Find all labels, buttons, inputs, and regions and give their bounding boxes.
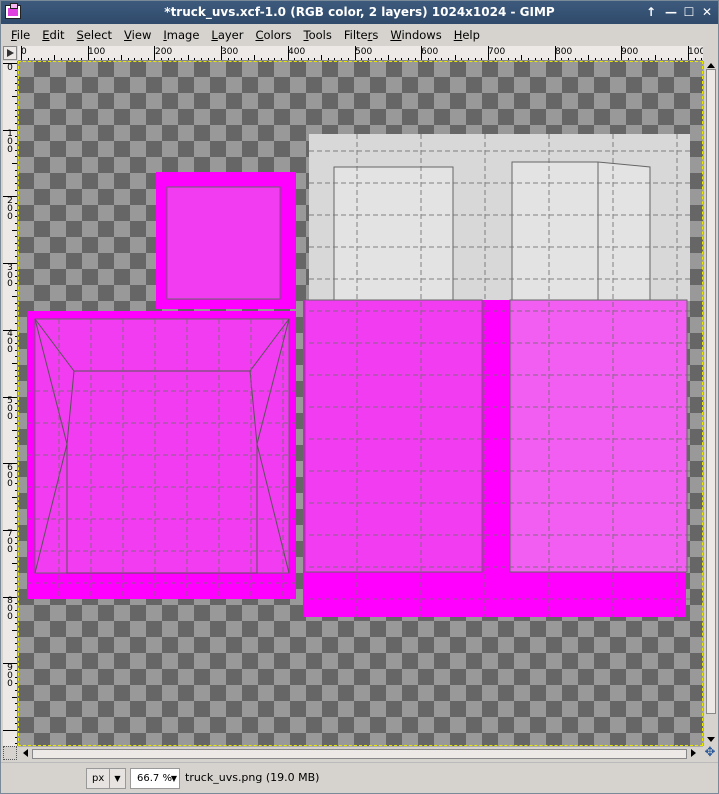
vruler-label-700: 700: [7, 529, 13, 555]
unit-value: px: [92, 773, 105, 784]
vruler-label-100: 100: [7, 129, 13, 155]
unit-selector[interactable]: px ▼: [86, 768, 126, 789]
vruler-label-200: 200: [7, 196, 13, 222]
vruler-label-500: 500: [7, 396, 13, 422]
image-canvas[interactable]: [18, 61, 703, 746]
chevron-down-icon: ▼: [109, 769, 125, 788]
horizontal-ruler[interactable]: 0 100 200 300 400 500 600 700 800 900 10…: [18, 46, 703, 61]
hruler-label-800: 800: [555, 47, 573, 57]
status-bar: px ▼ 66.7 % ▼ truck_uvs.png (19.0 MB): [1, 762, 718, 793]
menu-edit[interactable]: Edit: [36, 28, 70, 42]
minimize-button[interactable]: —: [663, 4, 679, 20]
status-message: truck_uvs.png (19.0 MB): [185, 771, 320, 784]
navigate-icon[interactable]: ✥: [703, 746, 717, 760]
vertical-ruler[interactable]: 0 100 200 300 400 500 600 700 800 900: [3, 61, 18, 746]
menu-view[interactable]: View: [118, 28, 157, 42]
horizontal-scroll-thumb[interactable]: [32, 749, 687, 759]
image-menu-arrow-icon[interactable]: [3, 46, 17, 60]
scroll-right-icon[interactable]: [691, 749, 696, 757]
hruler-label-100: 100: [88, 47, 106, 57]
scroll-left-icon[interactable]: [23, 749, 28, 757]
zoom-dropdown-chevron-icon[interactable]: ▼: [167, 768, 181, 789]
menu-select[interactable]: Select: [71, 28, 119, 42]
vruler-label-600: 600: [7, 463, 13, 489]
menu-file[interactable]: File: [5, 28, 36, 42]
vruler-label-0: 0: [7, 63, 13, 73]
hruler-label-1000: 100: [688, 47, 703, 57]
title-bar[interactable]: *truck_uvs.xcf-1.0 (RGB color, 2 layers)…: [1, 1, 718, 24]
scroll-down-icon[interactable]: [707, 737, 715, 742]
keep-above-button[interactable]: ↑: [643, 4, 659, 20]
scroll-up-icon[interactable]: [707, 63, 715, 68]
menu-filters[interactable]: Filters: [338, 28, 385, 42]
hruler-label-0: 0: [21, 47, 27, 57]
quick-mask-icon[interactable]: [3, 746, 17, 760]
vertical-scroll-thumb[interactable]: [706, 69, 716, 714]
layer-boundary: [18, 61, 703, 746]
hruler-label-500: 500: [355, 47, 373, 57]
close-button[interactable]: ✕: [699, 4, 715, 20]
vruler-label-300: 300: [7, 263, 13, 289]
menu-windows[interactable]: Windows: [384, 28, 447, 42]
hruler-label-700: 700: [488, 47, 506, 57]
window-title: *truck_uvs.xcf-1.0 (RGB color, 2 layers)…: [164, 5, 555, 19]
menu-tools[interactable]: Tools: [298, 28, 338, 42]
vruler-label-900: 900: [7, 663, 13, 689]
menu-image[interactable]: Image: [157, 28, 205, 42]
menu-help[interactable]: Help: [448, 28, 486, 42]
menu-bar: File Edit Select View Image Layer Colors…: [1, 24, 718, 45]
vertical-scrollbar[interactable]: [703, 61, 717, 746]
menu-layer[interactable]: Layer: [205, 28, 249, 42]
hruler-label-300: 300: [221, 47, 239, 57]
hruler-label-200: 200: [155, 47, 173, 57]
hruler-label-400: 400: [288, 47, 306, 57]
vruler-label-400: 400: [7, 329, 13, 355]
gimp-window: *truck_uvs.xcf-1.0 (RGB color, 2 layers)…: [0, 0, 719, 794]
menu-colors[interactable]: Colors: [249, 28, 297, 42]
hruler-label-900: 900: [621, 47, 639, 57]
vruler-label-800: 800: [7, 596, 13, 622]
maximize-button[interactable]: ☐: [681, 4, 697, 20]
horizontal-scrollbar[interactable]: [18, 746, 703, 760]
hruler-label-600: 600: [421, 47, 439, 57]
